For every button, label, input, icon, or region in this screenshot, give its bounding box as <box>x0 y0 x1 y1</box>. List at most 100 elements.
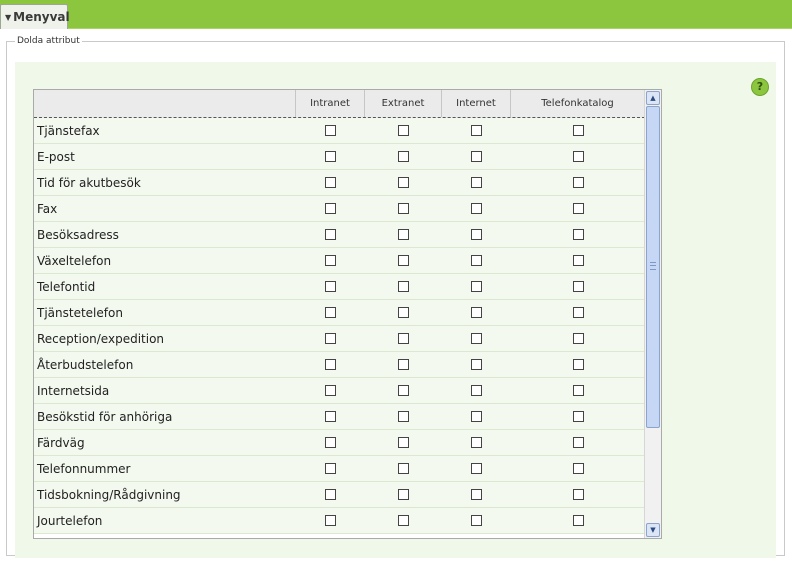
checkbox-extranet[interactable] <box>398 437 409 448</box>
cell-intranet <box>296 456 365 481</box>
checkbox-telefonkatalog[interactable] <box>572 151 584 162</box>
checkbox-internet[interactable] <box>471 515 482 526</box>
checkbox-internet[interactable] <box>471 255 482 266</box>
checkbox-intranet[interactable] <box>325 255 336 266</box>
cell-internet <box>442 456 511 481</box>
checkbox-intranet[interactable] <box>325 281 336 292</box>
attribute-label: Telefontid <box>37 279 96 294</box>
checkbox-intranet[interactable] <box>325 229 336 240</box>
checkbox-internet[interactable] <box>471 125 482 136</box>
cell-internet <box>442 326 511 351</box>
checkbox-intranet[interactable] <box>325 359 336 370</box>
vertical-scrollbar[interactable]: ▲ ▼ <box>644 90 661 538</box>
checkbox-internet[interactable] <box>471 203 482 214</box>
checkbox-internet[interactable] <box>471 411 482 422</box>
checkbox-intranet[interactable] <box>325 333 336 344</box>
checkbox-internet[interactable] <box>471 359 482 370</box>
table-row: Telefontid <box>34 274 645 300</box>
table-row: Reception/expedition <box>34 326 645 352</box>
checkbox-intranet[interactable] <box>325 463 336 474</box>
checkbox-extranet[interactable] <box>398 281 409 292</box>
checkbox-intranet[interactable] <box>325 489 336 500</box>
checkbox-telefonkatalog[interactable] <box>572 203 584 214</box>
checkbox-telefonkatalog[interactable] <box>572 437 584 448</box>
checkbox-extranet[interactable] <box>398 385 409 396</box>
attribute-label: Tjänstetelefon <box>37 305 123 320</box>
checkbox-extranet[interactable] <box>398 359 409 370</box>
checkbox-internet[interactable] <box>471 307 482 318</box>
cell-extranet <box>365 300 442 325</box>
checkbox-extranet[interactable] <box>398 463 409 474</box>
checkbox-intranet[interactable] <box>325 437 336 448</box>
checkbox-internet[interactable] <box>471 177 482 188</box>
checkbox-internet[interactable] <box>471 489 482 500</box>
attribute-label: E-post <box>37 149 75 164</box>
scrollbar-thumb[interactable] <box>646 106 660 428</box>
checkbox-internet[interactable] <box>471 281 482 292</box>
scroll-down-button[interactable]: ▼ <box>646 523 660 537</box>
checkbox-intranet[interactable] <box>325 515 336 526</box>
checkbox-telefonkatalog[interactable] <box>572 177 584 188</box>
table-row: Tid för akutbesök <box>34 170 645 196</box>
checkbox-extranet[interactable] <box>398 177 409 188</box>
header-extranet[interactable]: Extranet <box>365 90 442 117</box>
checkbox-intranet[interactable] <box>325 203 336 214</box>
cell-intranet <box>296 430 365 455</box>
cell-telefonkatalog <box>511 196 645 221</box>
checkbox-extranet[interactable] <box>398 333 409 344</box>
header-intranet[interactable]: Intranet <box>296 90 365 117</box>
checkbox-extranet[interactable] <box>398 255 409 266</box>
checkbox-internet[interactable] <box>471 385 482 396</box>
checkbox-extranet[interactable] <box>398 203 409 214</box>
cell-extranet <box>365 456 442 481</box>
attribute-label: Återbudstelefon <box>37 357 134 372</box>
checkbox-extranet[interactable] <box>398 125 409 136</box>
checkbox-intranet[interactable] <box>325 125 336 136</box>
checkbox-intranet[interactable] <box>325 151 336 162</box>
checkbox-extranet[interactable] <box>398 411 409 422</box>
cell-internet <box>442 508 511 533</box>
scroll-up-button[interactable]: ▲ <box>646 91 660 105</box>
checkbox-extranet[interactable] <box>398 307 409 318</box>
hidden-attributes-panel: Dolda attribut ? Intranet Extranet Inter… <box>6 36 785 558</box>
checkbox-telefonkatalog[interactable] <box>572 333 584 344</box>
checkbox-telefonkatalog[interactable] <box>572 411 584 422</box>
cell-internet <box>442 196 511 221</box>
checkbox-intranet[interactable] <box>325 307 336 318</box>
checkbox-internet[interactable] <box>471 151 482 162</box>
menyval-tab[interactable]: ▼ Menyval <box>0 4 70 29</box>
checkbox-telefonkatalog[interactable] <box>572 515 584 526</box>
checkbox-telefonkatalog[interactable] <box>572 463 584 474</box>
checkbox-extranet[interactable] <box>398 515 409 526</box>
checkbox-internet[interactable] <box>471 437 482 448</box>
checkbox-telefonkatalog[interactable] <box>572 385 584 396</box>
scroll-grip-icon <box>650 262 656 270</box>
cell-extranet <box>365 248 442 273</box>
header-telefonkatalog[interactable]: Telefonkatalog <box>511 90 645 117</box>
cell-internet <box>442 430 511 455</box>
cell-internet <box>442 482 511 507</box>
checkbox-intranet[interactable] <box>325 411 336 422</box>
checkbox-intranet[interactable] <box>325 177 336 188</box>
checkbox-telefonkatalog[interactable] <box>572 307 584 318</box>
attribute-label: Besökstid för anhöriga <box>37 409 173 424</box>
checkbox-extranet[interactable] <box>398 151 409 162</box>
help-icon[interactable]: ? <box>751 78 769 96</box>
checkbox-intranet[interactable] <box>325 385 336 396</box>
panel-content: ? Intranet Extranet Internet Telefonkata… <box>15 62 776 558</box>
header-internet[interactable]: Internet <box>442 90 511 117</box>
checkbox-telefonkatalog[interactable] <box>572 255 584 266</box>
cell-extranet <box>365 482 442 507</box>
checkbox-internet[interactable] <box>471 229 482 240</box>
checkbox-telefonkatalog[interactable] <box>572 229 584 240</box>
checkbox-telefonkatalog[interactable] <box>572 489 584 500</box>
checkbox-extranet[interactable] <box>398 229 409 240</box>
checkbox-telefonkatalog[interactable] <box>572 359 584 370</box>
checkbox-telefonkatalog[interactable] <box>572 125 584 136</box>
cell-extranet <box>365 378 442 403</box>
checkbox-internet[interactable] <box>471 333 482 344</box>
checkbox-telefonkatalog[interactable] <box>572 281 584 292</box>
checkbox-extranet[interactable] <box>398 489 409 500</box>
checkbox-internet[interactable] <box>471 463 482 474</box>
header-name-column <box>34 90 296 117</box>
